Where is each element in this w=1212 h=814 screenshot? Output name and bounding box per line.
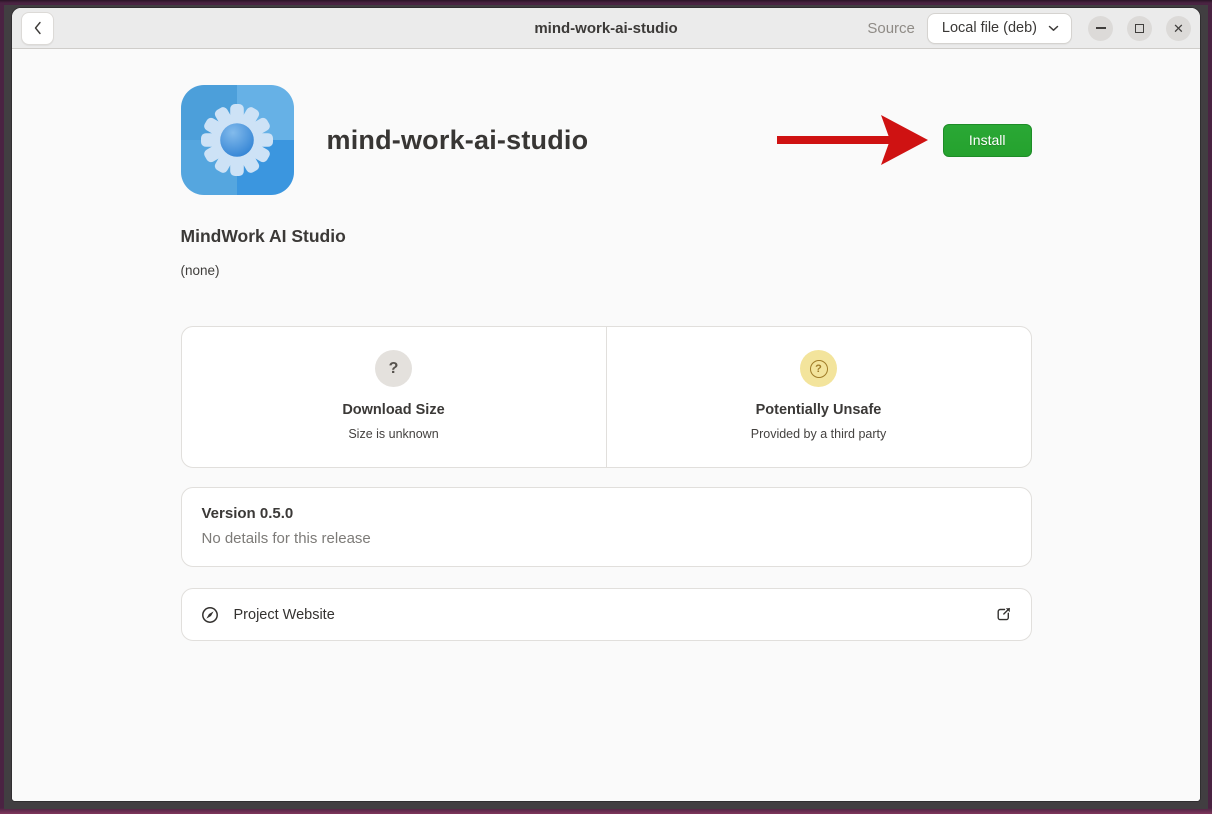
app-license: (none) [181,263,1032,278]
minimize-icon [1096,27,1106,29]
install-button[interactable]: Install [943,124,1032,157]
compass-icon [201,606,219,624]
question-mark-icon: ? [375,350,412,387]
tile-subtitle: Size is unknown [348,427,438,441]
chevron-down-icon [1048,25,1059,32]
tile-title: Potentially Unsafe [756,402,882,418]
window-controls: ✕ [1088,16,1191,41]
safety-tile: ? Potentially Unsafe Provided by a third… [606,327,1031,467]
circled-question-glyph: ? [810,360,828,378]
source-dropdown[interactable]: Local file (deb) [927,13,1072,44]
version-subtitle: No details for this release [202,530,1011,547]
project-website-label: Project Website [234,607,335,623]
question-glyph: ? [815,363,822,375]
app-details-page: mind-work-ai-studio Install MindWork AI … [12,49,1200,801]
gear-glyph [197,100,277,180]
version-card: Version 0.5.0 No details for this releas… [181,487,1032,567]
app-package-name: mind-work-ai-studio [327,125,589,156]
source-label: Source [867,20,915,37]
chevron-left-icon [31,20,45,36]
tile-subtitle: Provided by a third party [751,427,887,441]
software-window: mind-work-ai-studio Source Local file (d… [12,8,1200,801]
close-button[interactable]: ✕ [1166,16,1191,41]
back-button[interactable] [21,12,54,45]
red-arrow-annotation [775,111,933,169]
app-display-name: MindWork AI Studio [181,226,1032,247]
circled-question-warning-icon: ? [800,350,837,387]
source-dropdown-value: Local file (deb) [942,20,1037,36]
project-website-row[interactable]: Project Website [181,588,1032,641]
maximize-icon [1135,24,1144,33]
context-tiles-card: ? Download Size Size is unknown ? Potent… [181,326,1032,468]
minimize-button[interactable] [1088,16,1113,41]
app-header: mind-work-ai-studio Install [181,85,1032,195]
headerbar: mind-work-ai-studio Source Local file (d… [12,8,1200,49]
app-gear-icon [181,85,294,195]
tile-title: Download Size [342,402,444,418]
headerbar-right: Source Local file (deb) ✕ [867,13,1191,44]
version-title: Version 0.5.0 [202,505,1011,522]
maximize-button[interactable] [1127,16,1152,41]
close-icon: ✕ [1173,22,1184,35]
header-actions: Install [775,111,1032,169]
external-link-icon [995,606,1012,623]
question-glyph: ? [389,360,399,378]
download-size-tile: ? Download Size Size is unknown [182,327,606,467]
